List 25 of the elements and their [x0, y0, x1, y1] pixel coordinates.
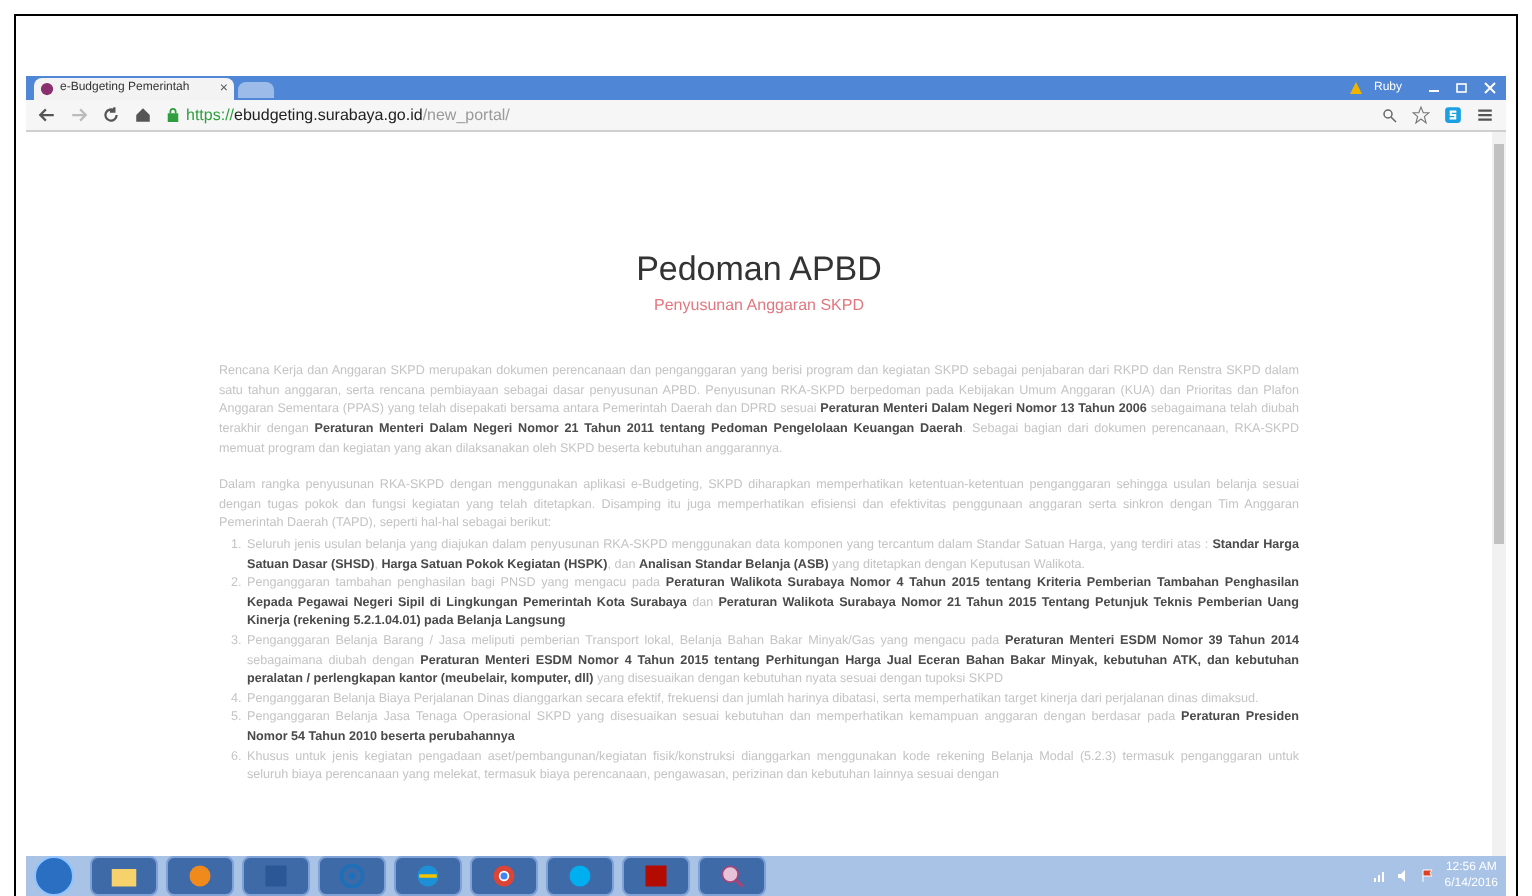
site-icon — [40, 82, 54, 96]
folder-icon[interactable] — [90, 856, 158, 896]
scrollbar[interactable] — [1492, 132, 1506, 856]
back-icon[interactable] — [38, 106, 56, 124]
chrome-icon[interactable] — [470, 856, 538, 896]
bookmark-star-icon[interactable] — [1412, 106, 1430, 124]
warning-icon — [1349, 82, 1362, 94]
page-subtitle: Penyusunan Anggaran SKPD — [654, 294, 864, 319]
target-icon[interactable] — [318, 856, 386, 896]
close-icon[interactable] — [1482, 80, 1498, 96]
signal-icon[interactable] — [1372, 868, 1389, 884]
extension-icon[interactable] — [1444, 106, 1462, 124]
menu-icon[interactable] — [1476, 106, 1494, 124]
reload-icon[interactable] — [102, 106, 120, 124]
magnifier-icon[interactable] — [698, 856, 766, 896]
restore-icon[interactable] — [1454, 80, 1470, 96]
home-icon[interactable] — [134, 106, 152, 124]
new-tab-button[interactable] — [238, 82, 274, 98]
flag-icon[interactable] — [1420, 868, 1437, 884]
page-title: Pedoman APBD — [636, 248, 882, 291]
forward-icon[interactable] — [70, 106, 88, 124]
lock-icon — [166, 108, 180, 122]
scrollbar-thumb[interactable] — [1494, 144, 1504, 544]
zoom-icon[interactable] — [1382, 107, 1398, 123]
start-button[interactable] — [34, 856, 74, 896]
